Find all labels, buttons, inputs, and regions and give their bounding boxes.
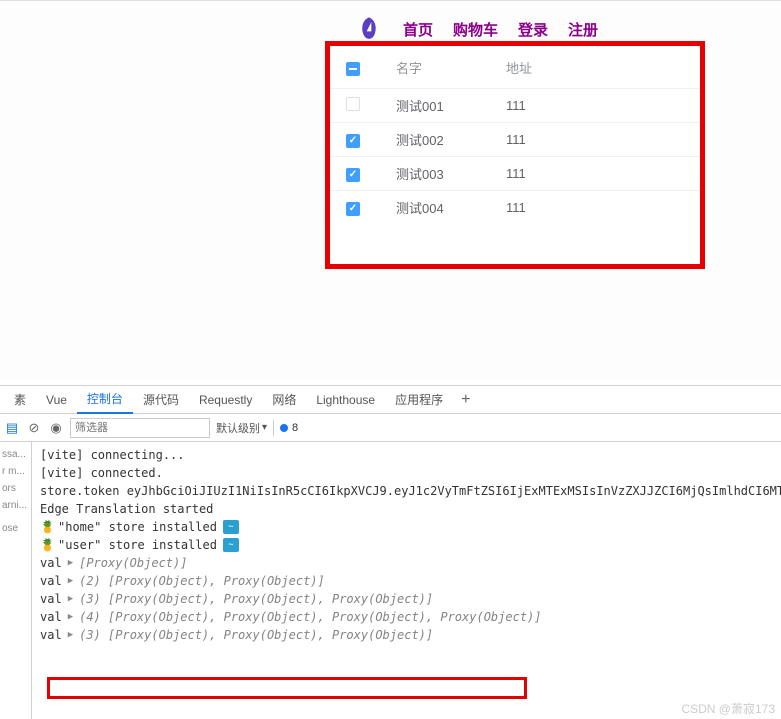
cell-addr: 111 <box>506 98 684 113</box>
live-expression-icon[interactable]: ◉ <box>48 420 64 436</box>
log-line[interactable]: 🍍"home" store installed∼ <box>40 518 773 536</box>
cell-addr: 111 <box>506 132 684 147</box>
row-checkbox[interactable] <box>346 168 360 182</box>
console-filter-input[interactable] <box>70 418 210 438</box>
cell-name: 测试004 <box>396 198 506 217</box>
table-header-name: 名字 <box>396 58 506 77</box>
console-body: ssa... r m... ors arni... ose [vite] con… <box>0 442 781 719</box>
devtools-panel: 素 Vue 控制台 源代码 Requestly 网络 Lighthouse 应用… <box>0 385 781 719</box>
log-line[interactable]: [vite] connected. <box>40 464 773 482</box>
highlight-box-table: 名字 地址 测试001 111 测试002 111 测试003 111 测试00… <box>325 41 705 269</box>
table-row: 测试001 111 <box>330 88 700 122</box>
table-row: 测试003 111 <box>330 156 700 190</box>
pinia-badge-icon: ∼ <box>223 538 239 552</box>
table-row: 测试004 111 <box>330 190 700 224</box>
cell-name: 测试002 <box>396 130 506 149</box>
row-checkbox[interactable] <box>346 202 360 216</box>
toolbar-divider <box>273 420 274 436</box>
console-sidebar-toggle-icon[interactable]: ▤ <box>4 420 20 436</box>
sidebar-item[interactable]: ose <box>0 520 31 537</box>
devtools-tab-vue[interactable]: Vue <box>36 386 77 414</box>
table-header-addr: 地址 <box>506 58 684 77</box>
pinia-icon: 🍍 <box>40 538 52 552</box>
log-line[interactable]: 🍍"user" store installed∼ <box>40 536 773 554</box>
log-line[interactable]: Edge Translation started <box>40 500 773 518</box>
row-checkbox[interactable] <box>346 97 360 111</box>
nav-link-home[interactable]: 首页 <box>403 19 433 40</box>
devtools-tab-requestly[interactable]: Requestly <box>189 386 262 414</box>
sidebar-item[interactable]: r m... <box>0 463 31 480</box>
expand-arrow-icon[interactable]: ▶ <box>68 630 73 640</box>
cell-name: 测试003 <box>396 164 506 183</box>
nav-link-register[interactable]: 注册 <box>568 19 598 40</box>
devtools-tab-bar: 素 Vue 控制台 源代码 Requestly 网络 Lighthouse 应用… <box>0 386 781 414</box>
pinia-badge-icon: ∼ <box>223 520 239 534</box>
nav-bar: 首页 购物车 登录 注册 <box>355 15 598 43</box>
log-line[interactable]: val▶(2) [Proxy(Object), Proxy(Object)] <box>40 572 773 590</box>
issue-dot-icon <box>280 424 288 432</box>
expand-arrow-icon[interactable]: ▶ <box>68 558 73 568</box>
log-line[interactable]: val▶(4) [Proxy(Object), Proxy(Object), P… <box>40 608 773 626</box>
issue-count: 8 <box>292 422 298 434</box>
data-table: 名字 地址 测试001 111 测试002 111 测试003 111 测试00… <box>330 46 700 224</box>
app-logo-icon <box>355 15 383 43</box>
cell-addr: 111 <box>506 200 684 215</box>
app-viewport: 首页 购物车 登录 注册 名字 地址 测试001 111 测试002 111 <box>0 0 781 380</box>
cell-name: 测试001 <box>396 96 506 115</box>
devtools-tab-application[interactable]: 应用程序 <box>385 386 453 414</box>
nav-link-cart[interactable]: 购物车 <box>453 19 498 40</box>
issues-badge[interactable]: 8 <box>280 422 298 434</box>
log-line[interactable]: val▶[Proxy(Object)] <box>40 554 773 572</box>
log-level-dropdown[interactable]: 默认级别 <box>216 420 267 436</box>
nav-link-login[interactable]: 登录 <box>518 19 548 40</box>
devtools-tab-console[interactable]: 控制台 <box>77 386 133 414</box>
watermark: CSDN @萧寂173 <box>681 700 775 717</box>
select-all-checkbox[interactable] <box>346 62 360 76</box>
sidebar-item[interactable]: ssa... <box>0 446 31 463</box>
log-line[interactable]: val▶(3) [Proxy(Object), Proxy(Object), P… <box>40 590 773 608</box>
expand-arrow-icon[interactable]: ▶ <box>68 612 73 622</box>
table-header-row: 名字 地址 <box>330 46 700 88</box>
row-checkbox[interactable] <box>346 134 360 148</box>
log-line[interactable]: store.token eyJhbGciOiJIUzI1NiIsInR5cCI6… <box>40 482 773 500</box>
log-line[interactable]: val▶(3) [Proxy(Object), Proxy(Object), P… <box>40 626 773 644</box>
devtools-tab-lighthouse[interactable]: Lighthouse <box>306 386 385 414</box>
log-line[interactable]: [vite] connecting... <box>40 446 773 464</box>
table-row: 测试002 111 <box>330 122 700 156</box>
add-tab-icon[interactable]: + <box>461 391 470 409</box>
cell-addr: 111 <box>506 166 684 181</box>
clear-console-icon[interactable]: ⊘ <box>26 420 42 436</box>
sidebar-item[interactable]: ors <box>0 480 31 497</box>
pinia-icon: 🍍 <box>40 520 52 534</box>
console-toolbar: ▤ ⊘ ◉ 默认级别 8 <box>0 414 781 442</box>
devtools-tab-sources[interactable]: 源代码 <box>133 386 189 414</box>
expand-arrow-icon[interactable]: ▶ <box>68 576 73 586</box>
devtools-tab-network[interactable]: 网络 <box>262 386 306 414</box>
console-sidebar: ssa... r m... ors arni... ose <box>0 442 32 719</box>
expand-arrow-icon[interactable]: ▶ <box>68 594 73 604</box>
sidebar-item[interactable]: arni... <box>0 497 31 514</box>
console-output: [vite] connecting... [vite] connected. s… <box>32 442 781 719</box>
devtools-tab-elements[interactable]: 素 <box>4 386 36 414</box>
